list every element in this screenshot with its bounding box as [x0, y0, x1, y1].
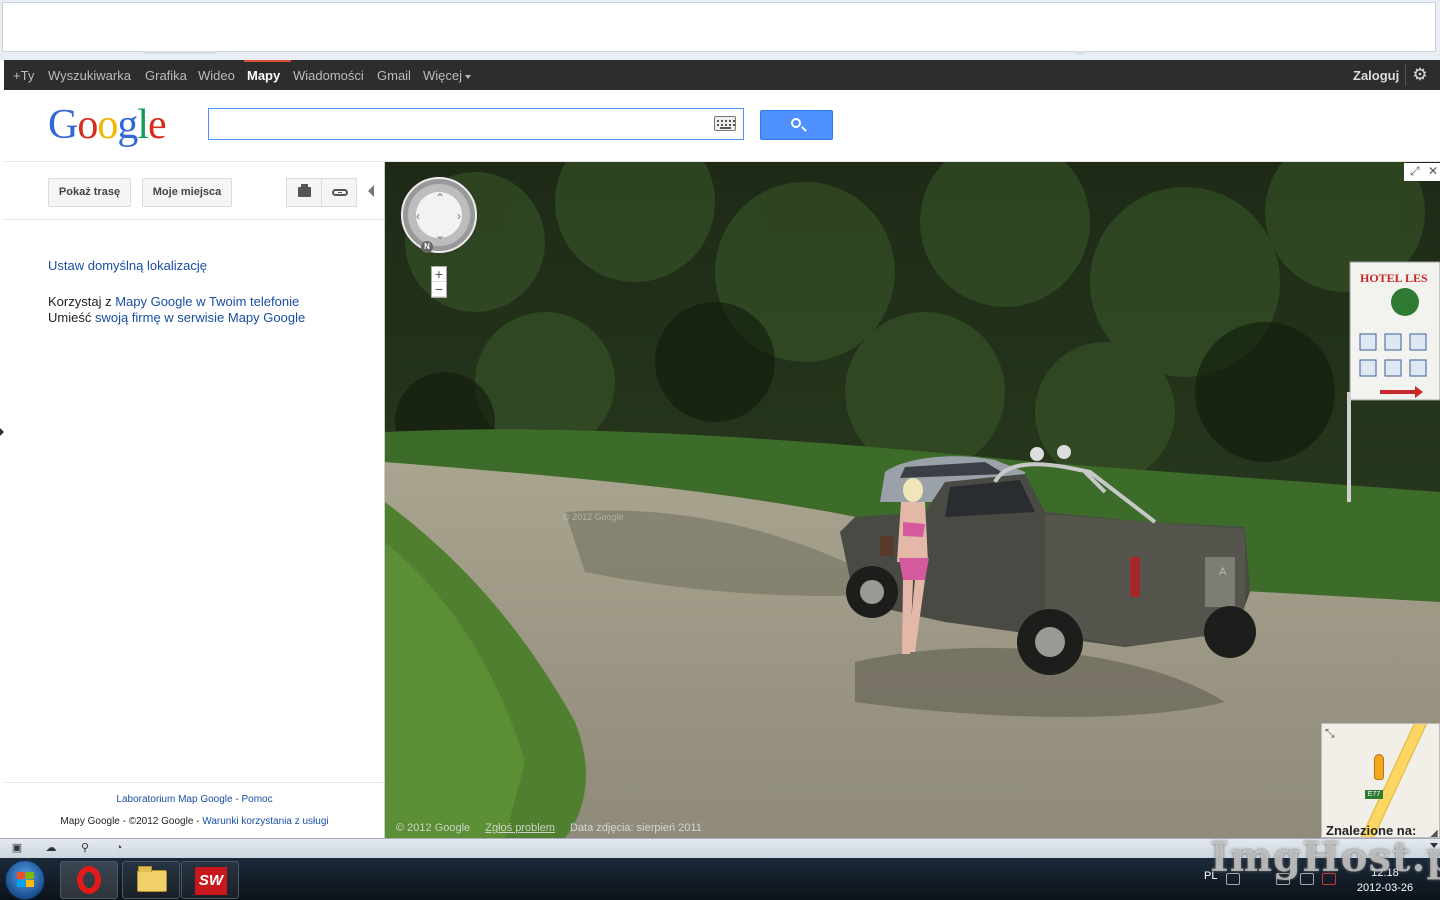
compass-north-icon[interactable]: N: [421, 241, 433, 253]
panel-toolbar: Pokaż trasę Moje miejsca: [4, 162, 385, 220]
set-default-location-link[interactable]: Ustaw domyślną lokalizację: [48, 258, 207, 273]
browser-tab-edge: [143, 51, 216, 54]
folder-icon: [137, 866, 167, 892]
cloud-icon[interactable]: ☁: [44, 842, 58, 854]
svg-text:© 2012 Google: © 2012 Google: [563, 512, 624, 522]
speed-icon[interactable]: ◔: [112, 842, 126, 854]
pan-right-icon[interactable]: ›: [457, 210, 461, 222]
svg-text:HOTEL LES: HOTEL LES: [1360, 271, 1428, 285]
street-view-footer: © 2012 Google Zgłoś problem Data zdjęcia…: [396, 822, 714, 834]
gbar-more-label: Więcej: [423, 68, 463, 83]
zoom-in-button[interactable]: +: [432, 267, 446, 282]
gbar-divider: [1405, 64, 1406, 86]
mini-map[interactable]: ⤡ E77 Znalezione na: ◢: [1321, 723, 1440, 838]
signin-link[interactable]: Zaloguj: [1353, 68, 1399, 83]
taskbar-opera[interactable]: [60, 861, 118, 899]
imghost-watermark: ImgHost.pl: [1210, 834, 1440, 881]
gbar-item-maps[interactable]: Mapy: [247, 68, 280, 83]
view-controls: ⤢ ✕: [1404, 163, 1440, 181]
taskbar-explorer[interactable]: [122, 861, 180, 899]
gbar-item-news[interactable]: Wiadomości: [293, 68, 364, 83]
chevron-down-icon: [465, 74, 472, 79]
image-date: Data zdjęcia: sierpień 2011: [570, 822, 702, 834]
link-icon: [332, 189, 348, 196]
maps-header: Google: [4, 90, 1440, 162]
road-badge: E77: [1365, 790, 1383, 799]
pan-up-icon[interactable]: ⌃: [435, 192, 445, 204]
street-view[interactable]: HOTEL LES A © 2012 Google ⌃ ⌄ ‹ › N + − …: [385, 162, 1440, 838]
gbar-item-search[interactable]: Wyszukiwarka: [48, 68, 131, 83]
print-button[interactable]: [286, 178, 322, 207]
terms-link[interactable]: Warunki korzystania z usługi: [202, 816, 328, 827]
panel-footer-divider: [4, 782, 385, 783]
expand-icon[interactable]: ⤡: [1325, 726, 1335, 741]
side-panel: Pokaż trasę Moje miejsca Ustaw domyślną …: [4, 162, 385, 838]
panel-toggle-icon[interactable]: ▣: [10, 842, 24, 854]
zoom-out-button[interactable]: −: [432, 282, 446, 297]
gbar-item-more[interactable]: Więcej: [423, 68, 472, 83]
link-button[interactable]: [321, 178, 357, 207]
report-problem-link[interactable]: Zgłoś problem: [485, 822, 555, 834]
collapse-panel-icon[interactable]: [368, 185, 374, 197]
gbar-item-images[interactable]: Grafika: [145, 68, 187, 83]
street-view-scene: HOTEL LES A © 2012 Google: [385, 162, 1440, 838]
help-link[interactable]: Pomoc: [241, 794, 272, 805]
fullscreen-icon[interactable]: ⤢: [1410, 164, 1420, 179]
edge-arrow-icon: [0, 428, 4, 436]
search-button[interactable]: [760, 110, 833, 140]
mobile-link[interactable]: Mapy Google w Twoim telefonie: [115, 294, 299, 309]
mobile-line: Korzystaj z Mapy Google w Twoim telefoni…: [48, 294, 300, 309]
my-places-button[interactable]: Moje miejsca: [142, 178, 232, 207]
close-icon[interactable]: ✕: [1428, 164, 1438, 178]
gbar-item-gmail[interactable]: Gmail: [377, 68, 411, 83]
directions-button[interactable]: Pokaż trasę: [48, 178, 131, 207]
browser-top-area: [0, 0, 1440, 60]
taskbar-solidworks[interactable]: SW: [181, 861, 239, 899]
zoom-control: + −: [431, 266, 447, 298]
mini-map-road: [1352, 724, 1428, 837]
opera-icon: [77, 866, 101, 894]
solidworks-icon: SW: [195, 867, 227, 895]
gbar-item-video[interactable]: Wideo: [198, 68, 235, 83]
windows-logo-icon: [17, 872, 35, 888]
clock-date: 2012-03-26: [1356, 882, 1414, 894]
browser-tab-edge-2: [1075, 51, 1085, 54]
business-line: Umieść swoją firmę w serwisie Mapy Googl…: [48, 310, 306, 325]
printer-icon: [298, 184, 311, 197]
google-bar: +Ty Wyszukiwarka Grafika Wideo Mapy Wiad…: [4, 60, 1440, 90]
sv-copyright: © 2012 Google: [396, 822, 471, 834]
pegman-icon[interactable]: [1374, 754, 1384, 780]
copyright-footer: Mapy Google - ©2012 Google - Warunki kor…: [60, 816, 329, 827]
share-icon[interactable]: ⚲: [78, 842, 92, 854]
start-button[interactable]: [5, 860, 45, 900]
pan-left-icon[interactable]: ‹: [416, 210, 420, 222]
search-input[interactable]: [208, 108, 744, 140]
svg-text:A: A: [1219, 566, 1227, 578]
gbar-item-plus[interactable]: +Ty: [13, 68, 34, 83]
google-logo[interactable]: Google: [48, 102, 167, 148]
active-tab-indicator: [244, 60, 291, 62]
business-link[interactable]: swoją firmę w serwisie Mapy Google: [95, 310, 305, 325]
search-icon: [791, 118, 801, 128]
browser-blank-area: [2, 2, 1436, 52]
navigation-control[interactable]: ⌃ ⌄ ‹ › N: [401, 177, 477, 253]
gear-icon[interactable]: ⚙: [1411, 66, 1429, 84]
pan-down-icon[interactable]: ⌄: [435, 229, 445, 241]
keyboard-icon[interactable]: [714, 116, 736, 131]
labs-link[interactable]: Laboratorium Map Google: [116, 794, 232, 805]
labs-footer: Laboratorium Map Google - Pomoc: [116, 794, 273, 805]
